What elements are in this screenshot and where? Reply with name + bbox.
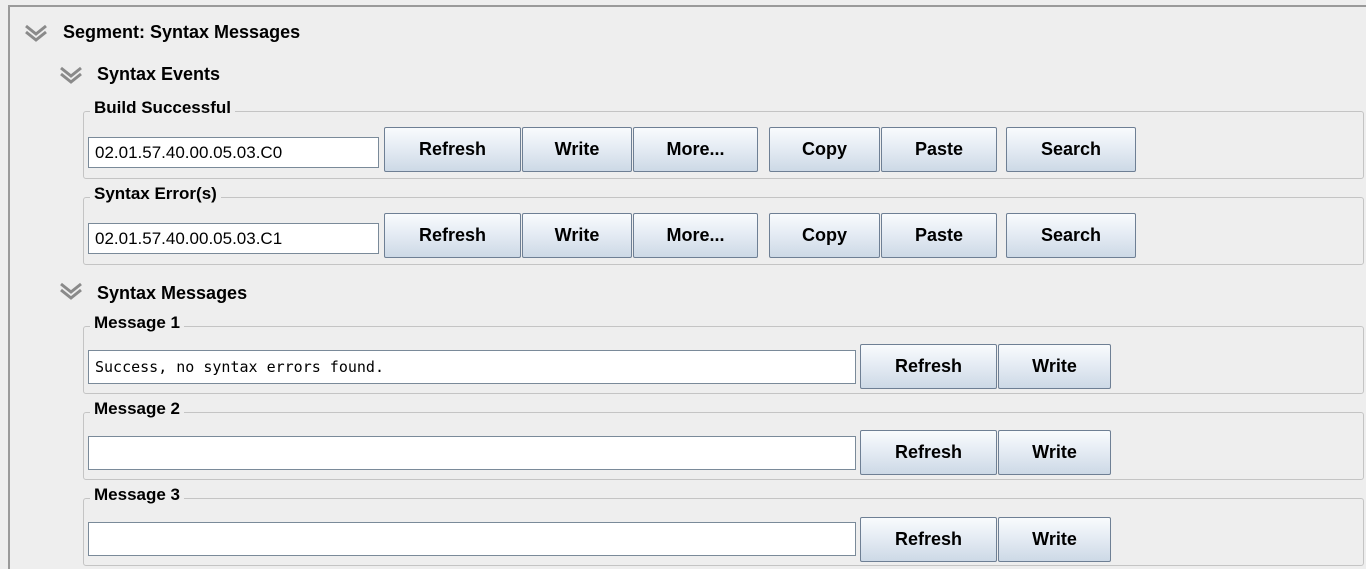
message-3-field[interactable] [88,522,856,556]
refresh-button[interactable]: Refresh [860,430,997,475]
group-label: Message 3 [90,484,184,506]
syntax-events-title: Syntax Events [97,64,221,84]
message-1-field[interactable]: Success, no syntax errors found. [88,350,856,384]
group-label: Message 2 [90,398,184,420]
refresh-button[interactable]: Refresh [384,127,521,172]
refresh-button[interactable]: Refresh [860,344,997,389]
collapse-segment-icon[interactable] [24,24,48,42]
group-label: Message 1 [90,312,184,334]
more-button[interactable]: More... [633,127,758,172]
segment-title: Segment: Syntax Messages [63,22,301,42]
write-button[interactable]: Write [522,213,632,258]
message-2-field[interactable] [88,436,856,470]
group-label: Syntax Error(s) [90,183,221,205]
collapse-syntax-events-icon[interactable] [59,66,83,84]
write-button[interactable]: Write [998,430,1111,475]
syntax-messages-title: Syntax Messages [97,283,248,303]
refresh-button[interactable]: Refresh [860,517,997,562]
write-button[interactable]: Write [998,517,1111,562]
paste-button[interactable]: Paste [881,213,997,258]
collapse-syntax-messages-icon[interactable] [59,282,83,300]
refresh-button[interactable]: Refresh [384,213,521,258]
more-button[interactable]: More... [633,213,758,258]
write-button[interactable]: Write [522,127,632,172]
build-successful-value-field[interactable]: 02.01.57.40.00.05.03.C0 [88,137,379,168]
group-label: Build Successful [90,97,235,119]
search-button[interactable]: Search [1006,127,1136,172]
paste-button[interactable]: Paste [881,127,997,172]
search-button[interactable]: Search [1006,213,1136,258]
copy-button[interactable]: Copy [769,213,880,258]
syntax-errors-value-field[interactable]: 02.01.57.40.00.05.03.C1 [88,223,379,254]
copy-button[interactable]: Copy [769,127,880,172]
write-button[interactable]: Write [998,344,1111,389]
